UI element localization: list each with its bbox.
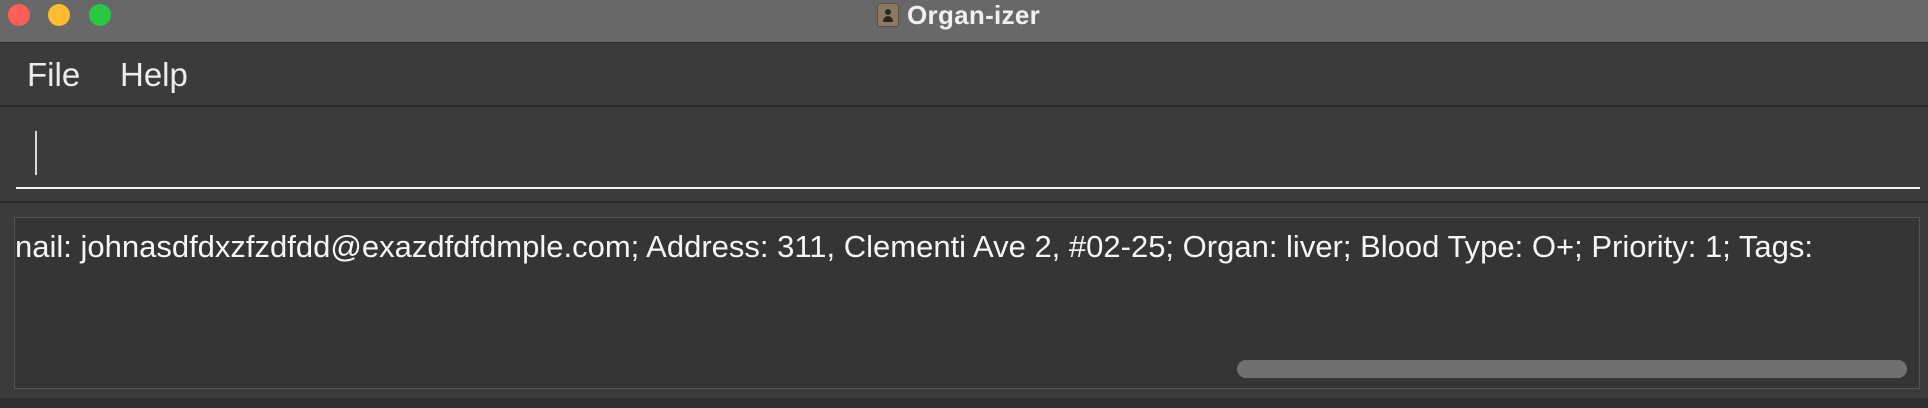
result-display-panel: nail: johnasdfdxzfzdfdd@exazdfdfdmple.co… [0, 203, 1928, 408]
menu-bar: File Help [0, 43, 1928, 107]
window-titlebar: Organ-izer [0, 0, 1928, 43]
app-icon-body [883, 16, 893, 22]
minimize-window-button[interactable] [48, 4, 70, 26]
command-input[interactable] [16, 123, 1920, 189]
text-cursor [35, 131, 37, 175]
horizontal-scrollbar-thumb[interactable] [1237, 360, 1907, 378]
close-window-button[interactable] [8, 4, 30, 26]
menu-file[interactable]: File [27, 56, 80, 94]
command-box [0, 107, 1928, 203]
window-title-group: Organ-izer [877, 0, 1040, 30]
contact-card-icon [877, 3, 899, 27]
bottom-divider [0, 398, 1928, 408]
app-icon-head [885, 9, 891, 15]
maximize-window-button[interactable] [89, 4, 111, 26]
window-title: Organ-izer [907, 0, 1041, 30]
result-text: nail: johnasdfdxzfzdfdd@exazdfdfdmple.co… [15, 229, 1813, 264]
result-display[interactable]: nail: johnasdfdxzfzdfdd@exazdfdfdmple.co… [14, 217, 1920, 389]
menu-help[interactable]: Help [120, 56, 188, 94]
